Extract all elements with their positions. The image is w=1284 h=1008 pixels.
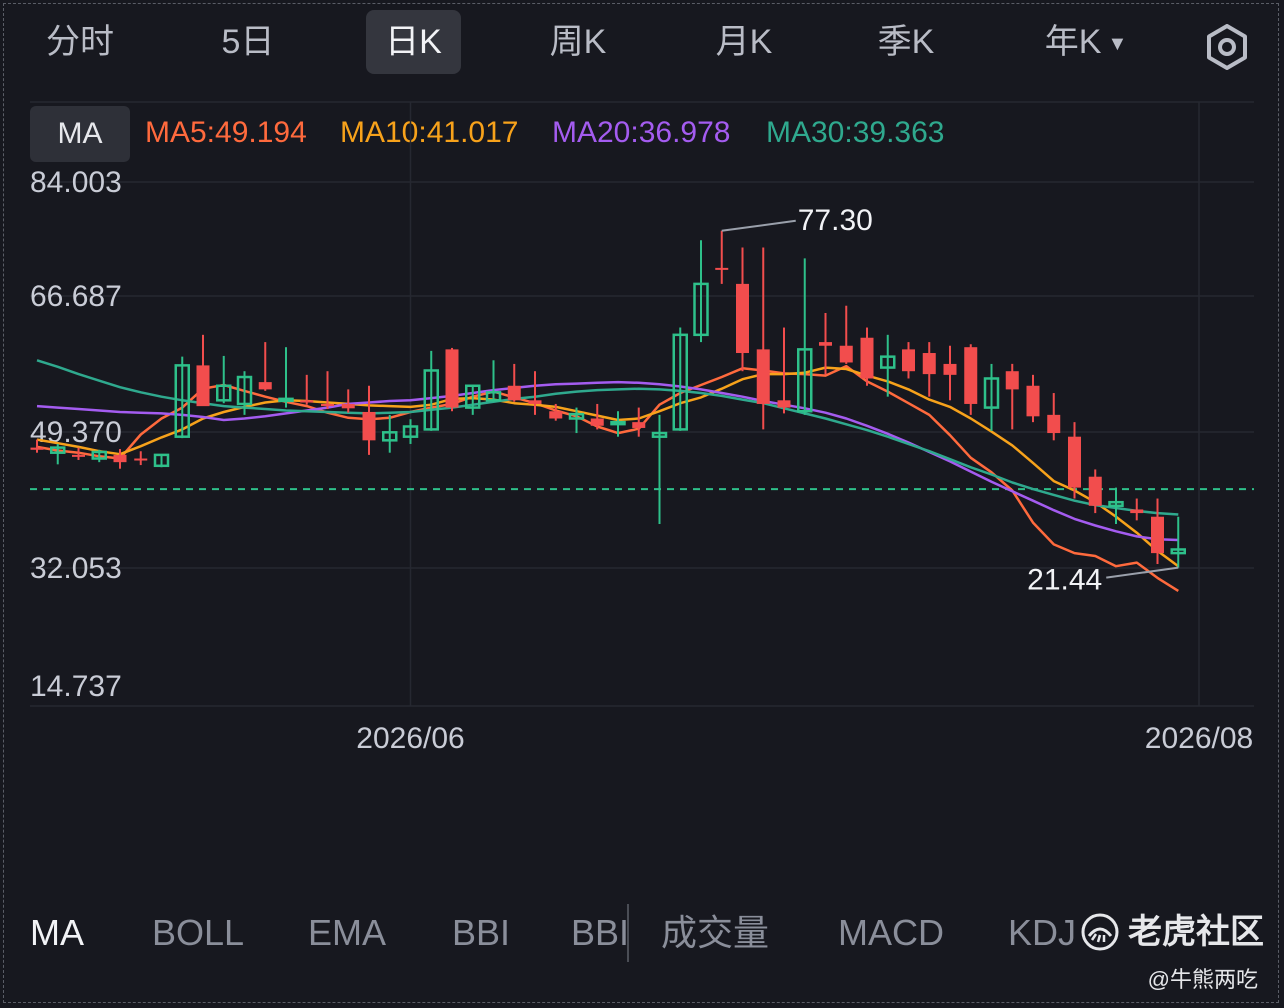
- indicator-tab-ema[interactable]: EMA: [308, 900, 386, 966]
- candle-body: [528, 400, 542, 404]
- candle-body: [300, 400, 314, 403]
- y-axis-label: 14.737: [30, 670, 122, 703]
- candle-body: [943, 363, 957, 375]
- candle-body: [1088, 476, 1102, 506]
- candle-body: [1047, 414, 1061, 434]
- watermark-text: 老虎社区: [1128, 913, 1264, 951]
- y-axis-label: 49.370: [30, 416, 122, 449]
- candle-body: [196, 365, 210, 407]
- candle-body: [258, 382, 272, 390]
- min-price-label: 21.44: [1027, 564, 1102, 597]
- candle-body: [715, 267, 729, 270]
- candle-body: [1130, 509, 1144, 514]
- candle-body: [902, 349, 915, 372]
- max-price-label: 77.30: [798, 204, 873, 237]
- min-label-leader: [1106, 566, 1179, 579]
- candle-body: [30, 447, 44, 450]
- tiger-logo-icon: [1081, 913, 1119, 951]
- candle-body: [1151, 516, 1164, 554]
- candle-body: [72, 454, 85, 457]
- indicator-tab-kdj[interactable]: KDJ: [1008, 900, 1076, 966]
- candle-body: [1005, 371, 1019, 390]
- candle-body: [777, 400, 791, 408]
- candle-body: [590, 418, 604, 426]
- candlestick-chart[interactable]: 84.003 66.687 49.370 32.053 14.737 2026/06 202…: [0, 0, 1284, 760]
- candle-body: [819, 342, 832, 346]
- candle-body: [134, 458, 148, 461]
- indicator-divider: [627, 904, 629, 962]
- candle-body: [860, 337, 874, 379]
- candle-body: [445, 349, 459, 408]
- candle-body: [922, 353, 936, 375]
- candle-body: [756, 349, 770, 404]
- candle-body: [321, 403, 334, 407]
- candle-body: [549, 411, 563, 419]
- indicator-tab-volume[interactable]: 成交量: [661, 900, 769, 966]
- candle-body: [839, 345, 853, 363]
- indicator-tab-ma[interactable]: MA: [30, 900, 84, 966]
- candle-body: [1068, 436, 1081, 488]
- candle-body: [341, 403, 355, 409]
- author-handle: @牛熊两吃: [1147, 967, 1258, 992]
- indicator-tab-boll[interactable]: BOLL: [152, 900, 244, 966]
- candle-body: [610, 420, 626, 426]
- y-axis-label: 84.003: [30, 166, 122, 199]
- x-axis-label: 2026/08: [1145, 722, 1253, 755]
- candle-body: [964, 347, 978, 404]
- candle-body: [736, 283, 749, 354]
- candle-body: [507, 385, 521, 401]
- candle-body: [278, 397, 294, 403]
- candle-body: [113, 454, 127, 463]
- y-axis-label: 66.687: [30, 280, 122, 313]
- indicator-tab-macd[interactable]: MACD: [838, 900, 944, 966]
- x-axis-label: 2026/06: [356, 722, 464, 755]
- candle-body: [362, 411, 376, 441]
- indicator-tab-bbi[interactable]: BBI: [452, 900, 510, 966]
- indicator-tab-bbi-2[interactable]: BBI: [571, 900, 629, 966]
- candle-body: [1026, 385, 1040, 417]
- y-axis-label: 32.053: [30, 552, 122, 585]
- watermark: 老虎社区: [1080, 908, 1280, 958]
- max-label-leader: [721, 219, 796, 232]
- candle-body: [632, 422, 646, 428]
